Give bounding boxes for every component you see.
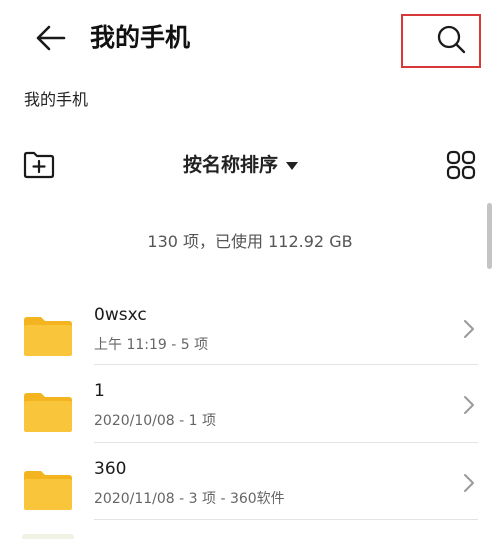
- back-arrow-icon: [36, 25, 66, 51]
- breadcrumb[interactable]: 我的手机: [24, 88, 88, 112]
- search-icon: [437, 25, 466, 54]
- file-name: 360: [94, 459, 127, 479]
- top-bar: 我的手机: [0, 0, 500, 76]
- chevron-right-icon: [464, 474, 474, 492]
- list-item[interactable]: 0wsxc 上午 11:19 - 5 项: [0, 302, 500, 378]
- folder-icon: [24, 393, 72, 432]
- list-item[interactable]: 360 2020/11/08 - 3 项 - 360软件: [0, 456, 500, 532]
- toolbar: 按名称排序: [0, 140, 500, 190]
- file-meta: 上午 11:19 - 5 项: [94, 337, 209, 353]
- folder-icon: [24, 317, 72, 356]
- new-folder-icon: [23, 151, 55, 179]
- divider: [94, 442, 478, 443]
- chevron-right-icon: [464, 396, 474, 414]
- file-meta: 2020/10/08 - 1 项: [94, 413, 217, 429]
- divider: [94, 364, 478, 365]
- search-button[interactable]: [401, 14, 481, 68]
- file-name: 0wsxc: [94, 305, 147, 325]
- partial-icon: [22, 534, 74, 539]
- sort-dropdown[interactable]: 按名称排序: [183, 152, 299, 178]
- file-name: 1: [94, 381, 105, 401]
- back-button[interactable]: [30, 20, 70, 56]
- grid-view-icon: [446, 150, 476, 180]
- page-title: 我的手机: [90, 23, 191, 52]
- folder-icon: [24, 471, 72, 510]
- list-item[interactable]: [0, 530, 500, 539]
- dropdown-caret-icon: [286, 162, 299, 170]
- chevron-right-icon: [464, 320, 474, 338]
- grid-view-button[interactable]: [446, 150, 476, 184]
- file-meta: 2020/11/08 - 3 项 - 360软件: [94, 491, 285, 507]
- new-folder-button[interactable]: [22, 150, 56, 184]
- storage-summary: 130 项，已使用 112.92 GB: [147, 232, 353, 251]
- divider: [94, 519, 478, 520]
- sort-label: 按名称排序: [183, 154, 279, 176]
